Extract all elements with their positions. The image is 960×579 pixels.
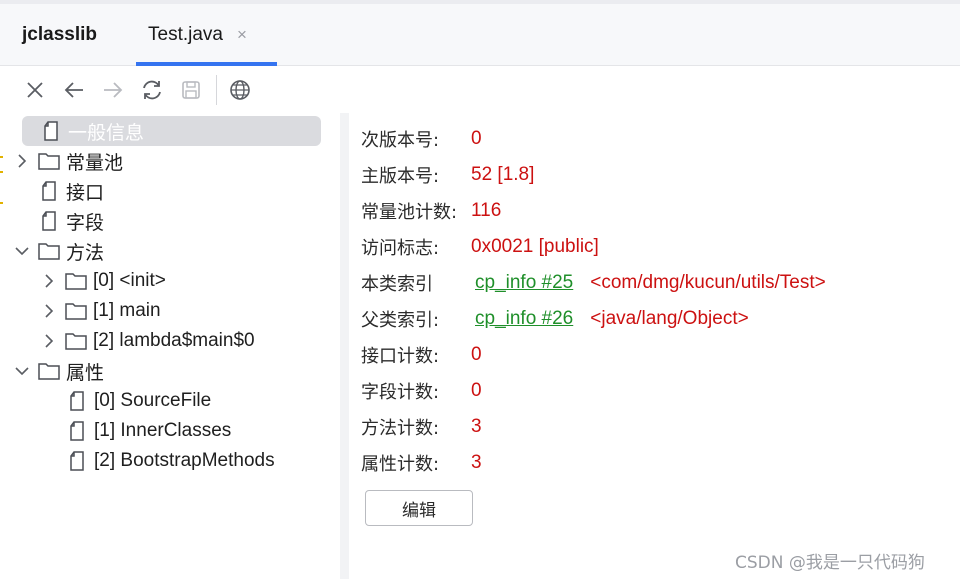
field-label: 属性计数: (361, 454, 440, 475)
tree-item-label: [0] <init> (93, 270, 166, 291)
panel-splitter[interactable] (340, 113, 349, 579)
tree-item-interfaces[interactable]: 接口 (38, 176, 104, 206)
folder-icon (38, 240, 60, 262)
tree-item-label: [2] lambda$main$0 (93, 330, 255, 351)
tree-item-method-init[interactable]: [0] <init> (40, 266, 166, 296)
fields-count-value: 0 (471, 380, 482, 401)
forward-arrow-icon[interactable] (101, 78, 125, 102)
file-icon (66, 450, 88, 472)
tree-item-attributes[interactable]: 属性 (13, 356, 104, 386)
methods-count-value: 3 (471, 416, 482, 437)
super-class-row: 父类索引: cp_info #26 <java/lang/Object> (361, 304, 749, 334)
minor-version-value: 0 (471, 128, 482, 149)
tree-item-method-lambda[interactable]: [2] lambda$main$0 (40, 326, 255, 356)
major-version-value: 52 [1.8] (471, 164, 535, 185)
tree-item-attr-sourcefile[interactable]: [0] SourceFile (66, 386, 211, 416)
tree-item-method-main[interactable]: [1] main (40, 296, 161, 326)
structure-tree: 一般信息 常量池 接口 字段 方法 [0] <init> [1] main [2… (0, 113, 340, 579)
general-info-panel: 次版本号: 0 主版本号: 52 [1.8] 常量池计数: 116 访问标志: … (349, 113, 960, 579)
field-label: 访问标志: (361, 238, 440, 259)
field-label: 本类索引 (361, 274, 433, 295)
tree-item-label: [2] BootstrapMethods (94, 450, 275, 471)
tree-item-label: 字段 (66, 212, 105, 234)
globe-icon[interactable] (228, 78, 252, 102)
folder-icon (38, 150, 60, 172)
this-class-ref: <com/dmg/kucun/utils/Test> (590, 272, 826, 293)
field-label: 次版本号: (361, 130, 440, 151)
chevron-down-icon[interactable] (13, 362, 31, 380)
toolbar (0, 67, 960, 113)
back-arrow-icon[interactable] (62, 78, 86, 102)
field-label: 常量池计数: (361, 202, 458, 223)
minor-version-row: 次版本号: 0 (361, 124, 482, 154)
tree-item-label: 常量池 (66, 152, 124, 174)
tab-test-java-label: Test.java (148, 24, 223, 45)
chevron-down-icon[interactable] (13, 242, 31, 260)
refresh-icon[interactable] (140, 78, 164, 102)
chevron-right-icon[interactable] (40, 272, 58, 290)
chevron-right-icon[interactable] (13, 152, 31, 170)
tree-item-constant-pool[interactable]: 常量池 (13, 146, 123, 176)
field-label: 字段计数: (361, 382, 440, 403)
access-flags-value: 0x0021 [public] (471, 236, 599, 257)
file-icon (38, 180, 60, 202)
folder-icon (38, 360, 60, 382)
tree-item-label: 一般信息 (68, 122, 145, 144)
tree-item-label: [1] InnerClasses (94, 420, 232, 441)
file-icon (40, 120, 62, 142)
gutter-marker (0, 156, 3, 158)
close-tab-icon[interactable]: × (237, 25, 247, 45)
edit-button[interactable]: 编辑 (365, 490, 473, 526)
tree-item-fields[interactable]: 字段 (38, 206, 104, 236)
close-icon[interactable] (23, 78, 47, 102)
interfaces-count-value: 0 (471, 344, 482, 365)
active-tab-indicator (136, 62, 277, 66)
attributes-count-value: 3 (471, 452, 482, 473)
tab-jclasslib-label: jclasslib (22, 24, 97, 45)
methods-count-row: 方法计数: 3 (361, 412, 482, 442)
tab-bar: jclasslib Test.java × (0, 0, 960, 66)
super-class-ref: <java/lang/Object> (590, 308, 749, 329)
tree-item-label: [0] SourceFile (94, 390, 212, 411)
chevron-right-icon[interactable] (40, 332, 58, 350)
folder-icon (65, 300, 87, 322)
field-label: 方法计数: (361, 418, 440, 439)
tree-item-attr-bootstrapmethods[interactable]: [2] BootstrapMethods (66, 446, 275, 476)
tree-item-label: 方法 (66, 242, 105, 264)
file-icon (66, 420, 88, 442)
tab-jclasslib[interactable]: jclasslib (22, 4, 97, 66)
gutter-marker (0, 171, 3, 173)
chevron-right-icon[interactable] (40, 302, 58, 320)
interfaces-count-row: 接口计数: 0 (361, 340, 482, 370)
tree-item-methods[interactable]: 方法 (13, 236, 104, 266)
tree-item-general-info[interactable]: 一般信息 (22, 116, 321, 146)
tab-test-java[interactable]: Test.java × (136, 4, 277, 66)
save-icon[interactable] (179, 78, 203, 102)
tree-item-label: 接口 (66, 182, 105, 204)
access-flags-row: 访问标志: 0x0021 [public] (361, 232, 599, 262)
super-class-link[interactable]: cp_info #26 (475, 308, 573, 330)
folder-icon (65, 330, 87, 352)
constant-pool-count-value: 116 (471, 200, 502, 221)
field-label: 父类索引: (361, 310, 440, 331)
this-class-row: 本类索引 cp_info #25 <com/dmg/kucun/utils/Te… (361, 268, 826, 298)
major-version-row: 主版本号: 52 [1.8] (361, 160, 534, 190)
constant-pool-count-row: 常量池计数: 116 (361, 196, 501, 226)
field-label: 接口计数: (361, 346, 440, 367)
gutter-marker (0, 202, 3, 204)
watermark: CSDN @我是一只代码狗 (735, 553, 925, 573)
file-icon (66, 390, 88, 412)
attributes-count-row: 属性计数: 3 (361, 448, 482, 478)
fields-count-row: 字段计数: 0 (361, 376, 482, 406)
tree-item-label: 属性 (66, 362, 105, 384)
toolbar-separator (216, 75, 217, 105)
file-icon (38, 210, 60, 232)
tree-item-attr-innerclasses[interactable]: [1] InnerClasses (66, 416, 231, 446)
folder-icon (65, 270, 87, 292)
field-label: 主版本号: (361, 166, 440, 187)
tree-item-label: [1] main (93, 300, 161, 321)
this-class-link[interactable]: cp_info #25 (475, 272, 573, 294)
